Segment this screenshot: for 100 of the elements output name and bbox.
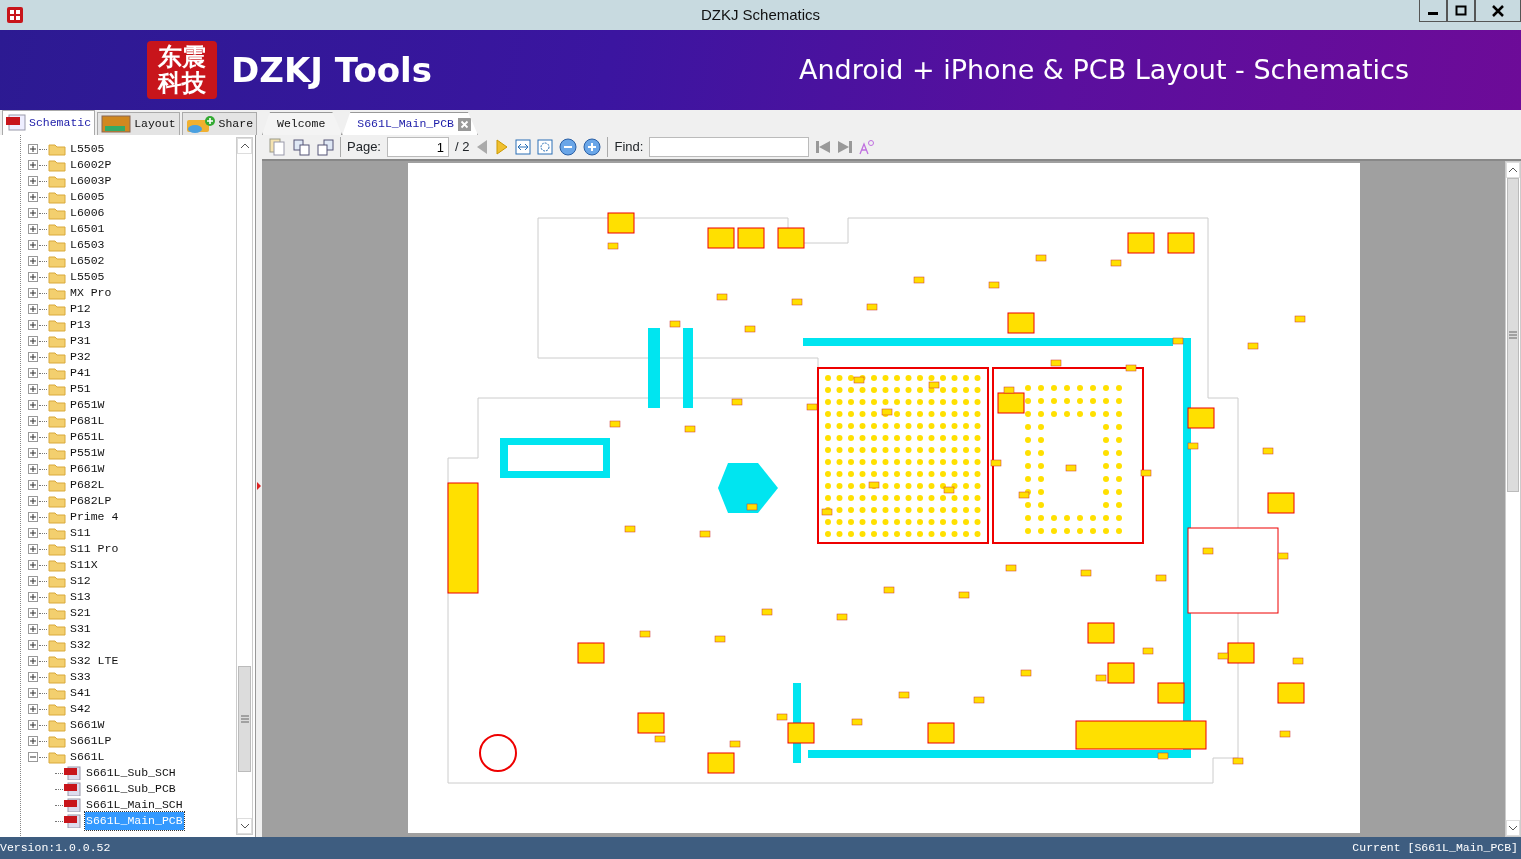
expand-icon[interactable] <box>28 368 38 378</box>
tree-item[interactable]: P651W <box>69 396 106 414</box>
fit-page-icon[interactable] <box>537 139 554 155</box>
tree-item[interactable]: P681L <box>69 412 106 430</box>
panel-tab[interactable]: Share <box>181 112 258 135</box>
scroll-up-icon[interactable] <box>1508 166 1518 174</box>
tree-item[interactable]: L6006 <box>69 204 106 222</box>
tree-item[interactable]: S11 Pro <box>69 540 120 558</box>
expand-icon[interactable] <box>28 432 38 442</box>
expand-icon[interactable] <box>28 288 38 298</box>
tree-item[interactable]: L6503 <box>69 236 106 254</box>
expand-icon[interactable] <box>28 256 38 266</box>
tree-item[interactable]: S661L_Sub_SCH <box>85 764 177 782</box>
expand-icon[interactable] <box>28 384 38 394</box>
scroll-up-icon[interactable] <box>239 142 250 150</box>
tree-item[interactable]: S21 <box>69 604 92 622</box>
expand-icon[interactable] <box>28 496 38 506</box>
tree-item[interactable]: P551W <box>69 444 106 462</box>
tree-item[interactable]: L6003P <box>69 172 113 190</box>
expand-icon[interactable] <box>28 448 38 458</box>
tree-item[interactable]: P13 <box>69 316 92 334</box>
tree-item[interactable]: S42 <box>69 700 92 718</box>
expand-icon[interactable] <box>28 208 38 218</box>
expand-icon[interactable] <box>28 528 38 538</box>
maximize-button[interactable] <box>1447 0 1475 22</box>
expand-icon[interactable] <box>28 608 38 618</box>
expand-icon[interactable] <box>28 192 38 202</box>
page-input[interactable]: 1 <box>387 137 449 157</box>
tree-item[interactable]: S13 <box>69 588 92 606</box>
tree-item[interactable]: S12 <box>69 572 92 590</box>
tree-item[interactable]: P32 <box>69 348 92 366</box>
document-tab[interactable]: S661L_Main_PCB <box>342 112 478 135</box>
expand-icon[interactable] <box>28 640 38 650</box>
tree-item[interactable]: S32 LTE <box>69 652 120 670</box>
close-button[interactable] <box>1475 0 1521 22</box>
tree-item[interactable]: S33 <box>69 668 92 686</box>
expand-icon[interactable] <box>28 656 38 666</box>
expand-icon[interactable] <box>28 240 38 250</box>
document-tab[interactable]: Welcome <box>262 112 343 135</box>
scrollbar[interactable] <box>236 137 253 835</box>
expand-icon[interactable] <box>28 560 38 570</box>
collapse-icon[interactable] <box>28 752 38 762</box>
tree-item[interactable]: S661L_Sub_PCB <box>85 780 177 798</box>
tree-item[interactable]: S41 <box>69 684 92 702</box>
zoom-out-icon[interactable] <box>559 138 578 156</box>
tree-item[interactable]: S661L <box>69 748 106 766</box>
expand-icon[interactable] <box>28 272 38 282</box>
text-size-icon[interactable] <box>859 139 876 155</box>
close-tab-icon[interactable] <box>457 117 471 131</box>
expand-icon[interactable] <box>28 160 38 170</box>
expand-icon[interactable] <box>28 480 38 490</box>
tree-item[interactable]: P31 <box>69 332 92 350</box>
expand-icon[interactable] <box>28 672 38 682</box>
expand-icon[interactable] <box>28 704 38 714</box>
tree-item[interactable]: S32 <box>69 636 92 654</box>
tree-item[interactable]: S11 <box>69 524 92 542</box>
expand-icon[interactable] <box>28 464 38 474</box>
expand-icon[interactable] <box>28 720 38 730</box>
tree-item[interactable]: L5505 <box>69 140 106 158</box>
scrollbar[interactable] <box>1505 161 1521 837</box>
scroll-down-icon[interactable] <box>239 822 250 830</box>
tree-item[interactable]: Prime 4 <box>69 508 120 526</box>
tree-item[interactable]: L6002P <box>69 156 113 174</box>
tree-item[interactable]: MX Pro <box>69 284 113 302</box>
tree-item[interactable]: P41 <box>69 364 92 382</box>
panel-tab[interactable]: Layout <box>97 112 180 135</box>
scroll-down-icon[interactable] <box>1508 824 1518 832</box>
expand-icon[interactable] <box>28 576 38 586</box>
tree-item[interactable]: L6502 <box>69 252 106 270</box>
find-input[interactable] <box>649 137 810 157</box>
expand-icon[interactable] <box>28 224 38 234</box>
tree-item[interactable]: P651L <box>69 428 106 446</box>
expand-icon[interactable] <box>28 544 38 554</box>
tree-item[interactable]: P51 <box>69 380 92 398</box>
expand-icon[interactable] <box>28 176 38 186</box>
tree-item[interactable]: S661W <box>69 716 106 734</box>
tree-item[interactable]: S661L_Main_SCH <box>85 796 184 814</box>
fit-width-icon[interactable] <box>515 139 532 155</box>
minimize-button[interactable] <box>1419 0 1447 22</box>
expand-icon[interactable] <box>28 320 38 330</box>
expand-icon[interactable] <box>28 400 38 410</box>
tree-item[interactable]: S661LP <box>69 732 113 750</box>
tree-item[interactable]: S11X <box>69 556 99 574</box>
expand-icon[interactable] <box>28 352 38 362</box>
expand-icon[interactable] <box>28 144 38 154</box>
expand-icon[interactable] <box>28 592 38 602</box>
rotate-page-icon[interactable] <box>316 138 334 156</box>
tree-item[interactable]: S31 <box>69 620 92 638</box>
expand-icon[interactable] <box>28 688 38 698</box>
tree-item[interactable]: L6005 <box>69 188 106 206</box>
expand-icon[interactable] <box>28 624 38 634</box>
collapse-arrow-icon[interactable] <box>257 482 261 490</box>
expand-icon[interactable] <box>28 304 38 314</box>
panel-tab[interactable]: Schematic <box>2 110 96 135</box>
tree-item[interactable]: P682LP <box>69 492 113 510</box>
expand-icon[interactable] <box>28 512 38 522</box>
tree-item[interactable]: P661W <box>69 460 106 478</box>
tree-item[interactable]: L6501 <box>69 220 106 238</box>
zoom-in-icon[interactable] <box>583 138 602 156</box>
expand-icon[interactable] <box>28 336 38 346</box>
